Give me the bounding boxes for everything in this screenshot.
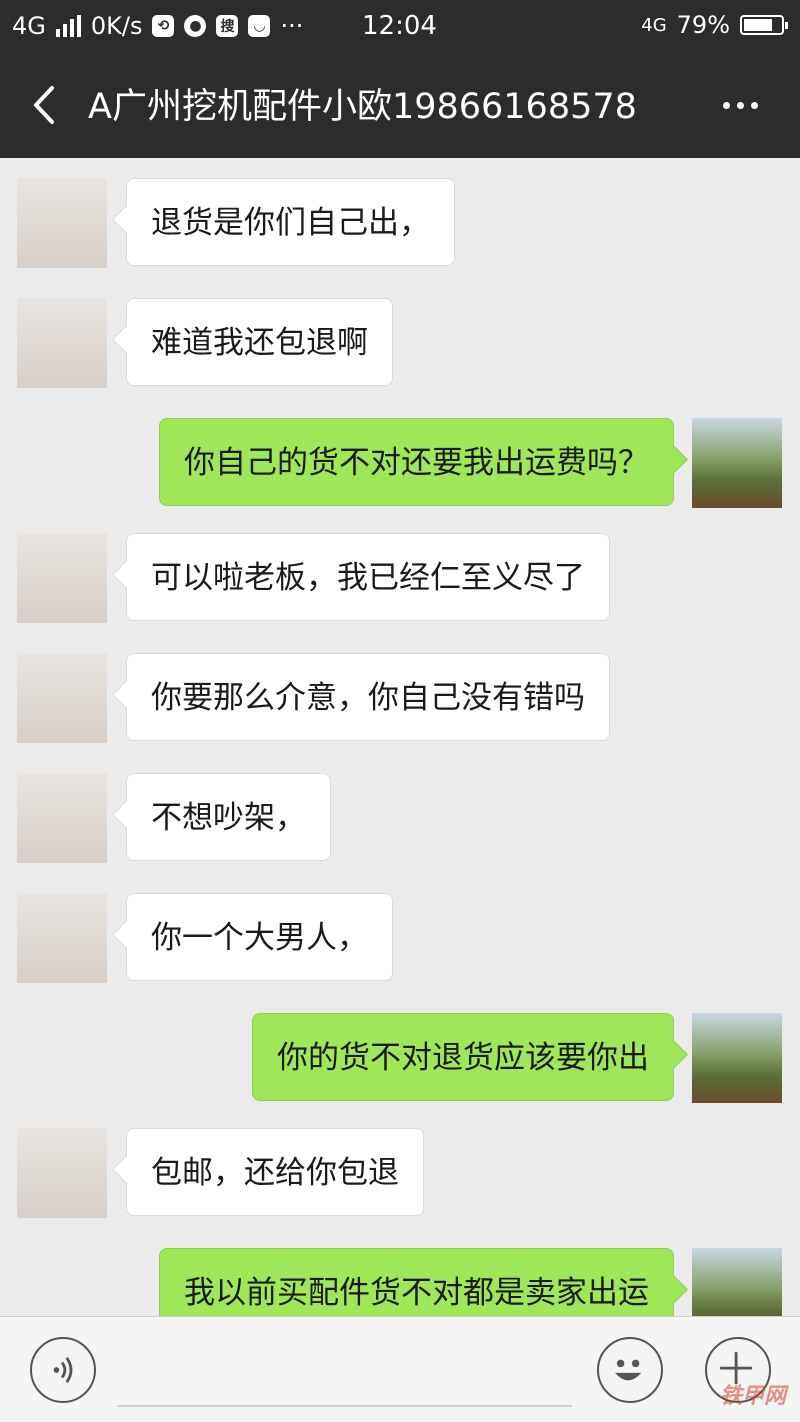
emoji-button[interactable] xyxy=(597,1337,663,1403)
message-bubble[interactable]: 难道我还包退啊 xyxy=(126,298,393,386)
search-badge-icon: 搜 xyxy=(216,15,239,37)
contact-avatar[interactable] xyxy=(17,893,107,983)
my-avatar[interactable] xyxy=(692,418,782,508)
message-bubble[interactable]: 不想吵架， xyxy=(126,773,331,861)
message-bubble[interactable]: 你要那么介意，你自己没有错吗 xyxy=(126,653,610,741)
message-bubble[interactable]: 你自己的货不对还要我出运费吗？ xyxy=(159,418,674,506)
voice-input-button[interactable] xyxy=(30,1337,96,1403)
incoming-message: 退货是你们自己出， xyxy=(0,178,800,270)
incoming-message: 难道我还包退啊 xyxy=(0,298,800,390)
more-notifications-icon: ··· xyxy=(280,12,304,40)
message-bubble[interactable]: 包邮，还给你包退 xyxy=(126,1128,424,1216)
network-indicator: 4G xyxy=(12,12,46,40)
contact-avatar[interactable] xyxy=(17,533,107,623)
chat-title: A广州挖机配件小欧19866168578 xyxy=(88,87,637,127)
clock: 12:04 xyxy=(362,11,437,41)
network-indicator-right: 4G xyxy=(641,14,667,36)
smiley-icon xyxy=(614,1359,642,1381)
network-speed: 0K/s xyxy=(90,12,143,40)
contact-avatar[interactable] xyxy=(17,298,107,388)
message-bubble[interactable]: 你一个大男人， xyxy=(126,893,393,981)
voice-icon xyxy=(53,1356,73,1384)
message-bubble[interactable]: 我以前买配件货不对都是卖家出运 xyxy=(159,1248,674,1316)
message-bubble[interactable]: 你的货不对退货应该要你出 xyxy=(252,1013,674,1101)
more-options-icon[interactable] xyxy=(723,102,758,109)
incoming-message: 不想吵架， xyxy=(0,773,800,865)
contact-avatar[interactable] xyxy=(17,1128,107,1218)
message-bubble[interactable]: 可以啦老板，我已经仁至义尽了 xyxy=(126,533,610,621)
outgoing-message: 我以前买配件货不对都是卖家出运 xyxy=(0,1248,800,1316)
incoming-message: 包邮，还给你包退 xyxy=(0,1128,800,1220)
app-notification-icon: ⟲ xyxy=(152,15,175,37)
my-avatar[interactable] xyxy=(692,1248,782,1316)
outgoing-message: 你自己的货不对还要我出运费吗？ xyxy=(0,418,800,510)
contact-avatar[interactable] xyxy=(17,773,107,863)
status-bar: 4G 0K/s ⟲ ● 搜 ◡ ··· 12:04 4G 79% xyxy=(0,0,800,52)
contact-avatar[interactable] xyxy=(17,178,107,268)
watermark-logo: 铁甲网 xyxy=(719,1384,786,1409)
chat-header: A广州挖机配件小欧19866168578 xyxy=(0,52,800,158)
incoming-message: 可以啦老板，我已经仁至义尽了 xyxy=(0,533,800,625)
incoming-message: 你一个大男人， xyxy=(0,893,800,985)
bag-notification-icon: ◡ xyxy=(248,15,271,37)
incoming-message: 你要那么介意，你自己没有错吗 xyxy=(0,653,800,745)
signal-icon xyxy=(55,15,81,37)
input-toolbar: 铁甲网 xyxy=(0,1316,800,1422)
battery-icon xyxy=(740,15,788,35)
back-arrow-icon[interactable] xyxy=(28,82,68,128)
outgoing-message: 你的货不对退货应该要你出 xyxy=(0,1013,800,1105)
chat-message-list[interactable]: 退货是你们自己出， 难道我还包退啊 你自己的货不对还要我出运费吗？ 可以啦老板，… xyxy=(0,158,800,1316)
my-avatar[interactable] xyxy=(692,1013,782,1103)
message-bubble[interactable]: 退货是你们自己出， xyxy=(126,178,455,266)
message-input[interactable] xyxy=(117,1405,572,1407)
contact-avatar[interactable] xyxy=(17,653,107,743)
browser-notification-icon: ● xyxy=(184,15,207,37)
battery-percent: 79% xyxy=(676,11,730,39)
